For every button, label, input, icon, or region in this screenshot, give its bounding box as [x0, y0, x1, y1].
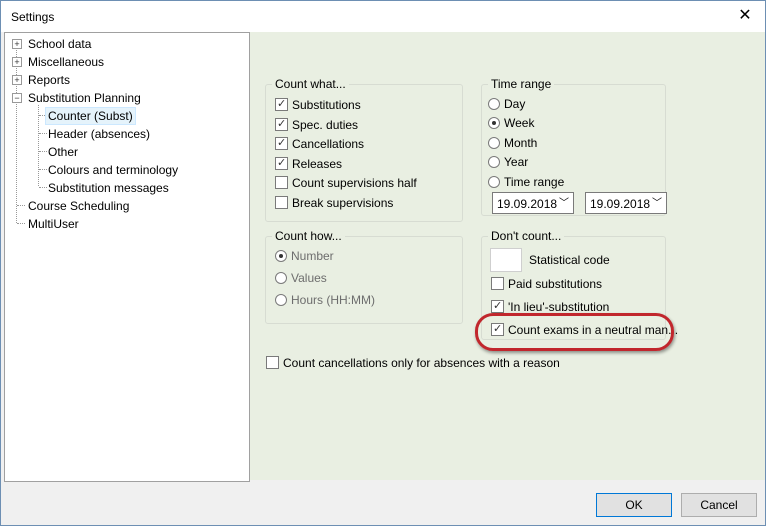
radio-time-range[interactable]: Time range — [488, 174, 564, 190]
to-date-picker[interactable]: 19.09.2018 ﹀ — [585, 192, 667, 214]
tree-connector — [17, 223, 25, 224]
radio-week[interactable]: Week — [488, 115, 534, 131]
radio-year[interactable]: Year — [488, 154, 528, 170]
time-range-group: Time range Day Week Month Year Time rang… — [481, 77, 667, 216]
tree-item-colours-terminology[interactable]: Colours and terminology — [48, 162, 178, 178]
cancellations-checkbox[interactable]: Cancellations — [275, 135, 365, 152]
tree-item-reports[interactable]: Reports — [28, 72, 70, 88]
tree-connector — [39, 169, 47, 170]
checkbox-label: Releases — [292, 157, 343, 171]
radio-label: Year — [504, 155, 529, 169]
checkbox-unchecked-icon — [275, 196, 288, 209]
checkbox-label: Break supervisions — [292, 196, 394, 210]
date-value: 19.09.2018 — [497, 197, 558, 211]
releases-checkbox[interactable]: Releases — [275, 155, 343, 172]
substitutions-checkbox[interactable]: Substitutions — [275, 96, 361, 113]
settings-dialog: Settings ✕ + School data + Miscellaneous… — [0, 0, 766, 526]
group-title: Don't count... — [488, 229, 565, 243]
radio-label: Day — [504, 97, 526, 111]
tree-item-miscellaneous[interactable]: Miscellaneous — [28, 54, 104, 70]
count-what-group: Count what... Substitutions Spec. duties… — [265, 77, 463, 222]
close-icon[interactable]: ✕ — [733, 5, 757, 27]
radio-label: Time range — [504, 175, 565, 189]
radio-selected-icon — [488, 117, 500, 129]
tree-connector — [38, 105, 39, 186]
checkbox-label: Substitutions — [292, 98, 361, 112]
checkbox-checked-icon — [275, 116, 288, 132]
tree-connector — [39, 187, 47, 188]
radio-icon — [488, 137, 500, 149]
checkbox-label: Spec. duties — [292, 118, 359, 132]
tree-connector — [39, 133, 47, 134]
radio-icon — [488, 156, 500, 168]
ok-button[interactable]: OK — [596, 493, 672, 517]
expand-icon[interactable]: + — [12, 75, 22, 85]
radio-label: Week — [504, 116, 535, 130]
tree-item-other[interactable]: Other — [48, 144, 78, 160]
count-how-group: Count how... Number Values Hours (HH:MM) — [265, 229, 463, 324]
tree-connector — [16, 40, 17, 223]
radio-values[interactable]: Values — [275, 270, 327, 286]
radio-label: Month — [504, 136, 538, 150]
checkbox-label: Cancellations — [292, 137, 365, 151]
count-cancellations-reason-checkbox[interactable]: Count cancellations only for absences wi… — [266, 355, 560, 371]
window-title: Settings — [11, 10, 55, 24]
tree-connector — [17, 205, 25, 206]
radio-day[interactable]: Day — [488, 96, 525, 112]
checkbox-label: 'In lieu'-substitution — [508, 300, 610, 314]
tree-item-counter-subst[interactable]: Counter (Subst) — [45, 107, 136, 125]
radio-selected-icon — [275, 250, 287, 262]
radio-icon — [275, 294, 287, 306]
date-value: 19.09.2018 — [590, 197, 651, 211]
group-title: Count how... — [272, 229, 345, 243]
checkbox-checked-icon — [491, 298, 504, 314]
statistical-code-label: Statistical code — [529, 253, 610, 267]
radio-label: Hours (HH:MM) — [291, 293, 375, 307]
radio-label: Values — [291, 271, 327, 285]
statistical-code-input[interactable] — [490, 248, 522, 272]
tree-item-course-scheduling[interactable]: Course Scheduling — [28, 198, 129, 214]
tree-item-substitution-planning[interactable]: Substitution Planning — [28, 90, 141, 106]
checkbox-unchecked-icon — [266, 356, 279, 369]
chevron-down-icon: ﹀ — [559, 198, 569, 209]
checkbox-label: Paid substitutions — [508, 277, 603, 291]
tree-item-school-data[interactable]: School data — [28, 36, 91, 52]
spec-duties-checkbox[interactable]: Spec. duties — [275, 116, 359, 133]
group-title: Time range — [488, 77, 555, 91]
radio-icon — [488, 176, 500, 188]
checkbox-label: Count cancellations only for absences wi… — [283, 356, 560, 370]
checkbox-checked-icon — [275, 96, 288, 112]
count-supervisions-half-checkbox[interactable]: Count supervisions half — [275, 175, 417, 191]
tree-item-multiuser[interactable]: MultiUser — [28, 216, 79, 232]
tree-connector — [39, 151, 47, 152]
tree-item-substitution-messages[interactable]: Substitution messages — [48, 180, 169, 196]
settings-tree: + School data + Miscellaneous + Reports … — [4, 32, 250, 482]
collapse-icon[interactable]: − — [12, 93, 22, 103]
settings-panel: Count what... Substitutions Spec. duties… — [250, 32, 765, 480]
radio-icon — [488, 98, 500, 110]
radio-hours[interactable]: Hours (HH:MM) — [275, 292, 375, 308]
radio-icon — [275, 272, 287, 284]
tree-item-header-absences[interactable]: Header (absences) — [48, 126, 150, 142]
expand-icon[interactable]: + — [12, 57, 22, 67]
checkbox-unchecked-icon — [275, 176, 288, 189]
checkbox-checked-icon — [275, 155, 288, 171]
title-bar: Settings ✕ — [1, 1, 765, 32]
highlight-annotation — [475, 313, 674, 351]
break-supervisions-checkbox[interactable]: Break supervisions — [275, 195, 393, 211]
group-title: Count what... — [272, 77, 349, 91]
checkbox-unchecked-icon — [491, 277, 504, 290]
expand-icon[interactable]: + — [12, 39, 22, 49]
paid-substitutions-checkbox[interactable]: Paid substitutions — [491, 276, 602, 292]
checkbox-label: Count supervisions half — [292, 176, 417, 190]
radio-label: Number — [291, 249, 334, 263]
from-date-picker[interactable]: 19.09.2018 ﹀ — [492, 192, 574, 214]
chevron-down-icon: ﹀ — [652, 198, 662, 209]
checkbox-checked-icon — [275, 135, 288, 151]
radio-month[interactable]: Month — [488, 135, 537, 151]
radio-number[interactable]: Number — [275, 248, 334, 264]
cancel-button[interactable]: Cancel — [681, 493, 757, 517]
